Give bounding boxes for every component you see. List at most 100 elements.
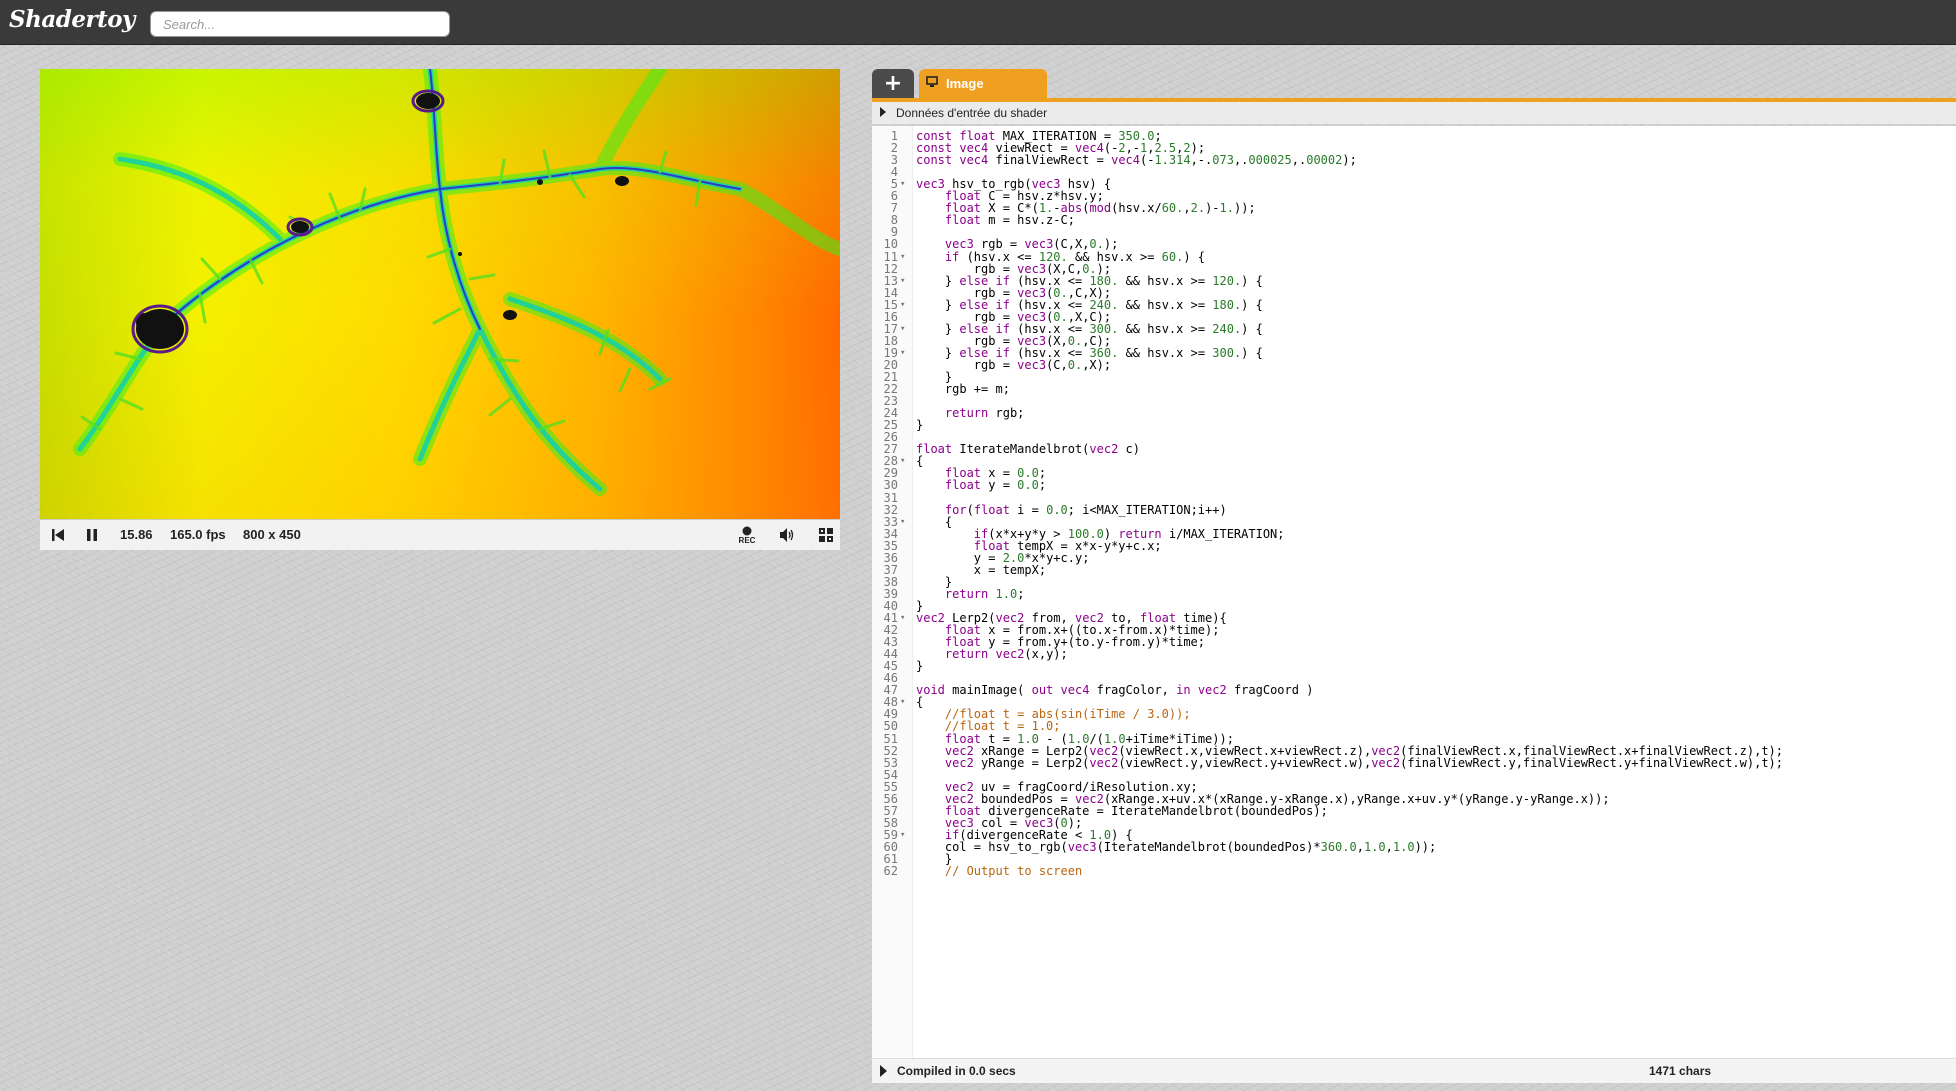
code-text: if (hsv.x <= 120. && hsv.x >= 60.) { (944, 249, 1206, 264)
player-controls: 15.86 165.0 fps 800 x 450 REC (40, 519, 840, 550)
code-text: return vec2(x,y); (944, 647, 1068, 662)
line-number: 50 (883, 719, 898, 734)
line-number: 34 (883, 526, 898, 541)
code-text: rgb = vec3(0.,X,C); (916, 309, 1112, 324)
code-text: vec2 boundedPos = vec2(xRange.x+uv.x*(xR… (944, 791, 1610, 806)
line-number: 37 (883, 562, 898, 577)
line-number: 51 (883, 731, 898, 746)
code-area[interactable]: 1 const float MAX_ITERATION = 350.0; 2 cons… (872, 126, 1956, 1058)
fold-arrow-icon[interactable]: ▾ (900, 455, 905, 467)
line-number: 56 (883, 791, 898, 806)
line-number: 11 (883, 249, 898, 264)
line-number: 55 (883, 779, 898, 794)
shader-inputs-toggle[interactable]: Données d'entrée du shader (872, 102, 1956, 124)
line-number: 16 (883, 309, 898, 324)
record-icon (742, 526, 752, 535)
time-display: 15.86 (120, 527, 153, 542)
rec-label: REC (738, 535, 756, 545)
expand-triangle-icon (880, 107, 886, 117)
code-text: x = tempX; (916, 562, 1047, 577)
tab-image-label: Image (946, 76, 984, 91)
code-text: y = 2.0*x*y+c.y; (916, 550, 1090, 565)
code-text: float tempX = x*x-y*y+c.x; (973, 538, 1162, 553)
code-text: } (916, 659, 924, 674)
fold-arrow-icon[interactable]: ▾ (900, 299, 905, 311)
resolution-display: 800 x 450 (243, 527, 301, 542)
line-number: 54 (883, 767, 898, 782)
code-text: return 1.0; (944, 586, 1025, 601)
code-text: void mainImage( out vec4 fragColor, in v… (916, 683, 1314, 698)
pause-button[interactable] (80, 520, 104, 550)
fold-arrow-icon[interactable]: ▾ (900, 323, 905, 335)
code-text: } else if (hsv.x <= 300. && hsv.x >= 240… (916, 321, 1263, 336)
add-tab-button[interactable]: + (872, 69, 914, 98)
fold-arrow-icon[interactable]: ▾ (900, 516, 905, 528)
line-number: 31 (883, 490, 898, 505)
record-button[interactable]: REC (732, 520, 762, 550)
code-text: vec2 yRange = Lerp2(vec2(viewRect.y,view… (944, 755, 1783, 770)
tab-image[interactable]: Image (919, 69, 1047, 98)
code-editor-panel: + Image Données d'entrée du shader 1 cons… (872, 69, 1956, 1091)
editor-tab-bar: + Image (872, 69, 1956, 102)
line-number: 30 (883, 478, 898, 493)
shader-player: 15.86 165.0 fps 800 x 450 REC (40, 69, 840, 550)
line-number: 33 (883, 514, 898, 529)
code-text: rgb += m; (916, 382, 1010, 397)
line-number: 17 (883, 321, 898, 336)
compile-toggle-icon[interactable] (880, 1065, 887, 1077)
shader-inputs-label: Données d'entrée du shader (896, 106, 1048, 120)
fold-arrow-icon[interactable]: ▾ (900, 347, 905, 359)
line-number: 62 (883, 864, 898, 879)
fullscreen-button[interactable] (814, 520, 838, 550)
code-text: // Output to screen (944, 864, 1083, 879)
char-count: 1471 chars (1649, 1064, 1712, 1078)
fold-arrow-icon[interactable]: ▾ (900, 251, 905, 263)
search-input[interactable] (150, 11, 450, 37)
shader-canvas[interactable] (40, 69, 840, 519)
code-text: vec2 xRange = Lerp2(vec2(viewRect.x,view… (944, 743, 1783, 758)
line-number: 12 (883, 261, 898, 276)
volume-button[interactable] (774, 520, 800, 550)
code-text: col = hsv_to_rgb(vec3(IterateMandelbrot(… (916, 839, 1437, 854)
code-text: } (916, 418, 924, 433)
code-text: return rgb; (944, 406, 1025, 421)
compile-status-text: Compiled in 0.0 secs (897, 1064, 1016, 1078)
code-text: const vec4 finalViewRect = vec4(-1.314,-… (916, 153, 1357, 168)
code-text: float y = 0.0; (944, 478, 1047, 493)
shadertoy-logo[interactable]: Shadertoy (9, 6, 135, 33)
line-number: 53 (883, 755, 898, 770)
code-text: float divergenceRate = IterateMandelbrot… (944, 803, 1328, 818)
code-text: } else if (hsv.x <= 240. && hsv.x >= 180… (916, 297, 1263, 312)
rewind-button[interactable] (46, 520, 70, 550)
line-number: 10 (883, 237, 898, 252)
code-text: } else if (hsv.x <= 180. && hsv.x >= 120… (916, 273, 1263, 288)
mandelbrot-render (73, 69, 840, 496)
line-number: 35 (883, 538, 898, 553)
code-text: if(x*x+y*y > 100.0) return i/MAX_ITERATI… (973, 526, 1285, 541)
code-text: float IterateMandelbrot(vec2 c) (916, 442, 1140, 457)
fps-display: 165.0 fps (170, 527, 226, 542)
line-number: 36 (883, 550, 898, 565)
fold-arrow-icon[interactable]: ▾ (900, 612, 905, 624)
line-number: 32 (883, 502, 898, 517)
compile-status-bar: Compiled in 0.0 secs 1471 chars (872, 1058, 1956, 1083)
rewind-icon (52, 529, 64, 541)
fullscreen-icon (819, 528, 833, 542)
line-number: 52 (883, 743, 898, 758)
line-number: 57 (883, 803, 898, 818)
line-number: 15 (883, 297, 898, 312)
fold-arrow-icon[interactable]: ▾ (900, 178, 905, 190)
pause-icon (87, 529, 97, 541)
line-number: 13 (883, 273, 898, 288)
monitor-icon (926, 76, 938, 91)
fold-arrow-icon[interactable]: ▾ (900, 275, 905, 287)
code-text: rgb = vec3(0.,C,X); (916, 285, 1112, 300)
code-text: { (916, 514, 953, 529)
volume-icon (780, 528, 794, 542)
fold-arrow-icon[interactable]: ▾ (900, 696, 905, 708)
top-bar: Shadertoy (0, 0, 1956, 45)
line-number: 14 (883, 285, 898, 300)
fold-arrow-icon[interactable]: ▾ (900, 829, 905, 841)
code-text: for(float i = 0.0; i<MAX_ITERATION;i++) (944, 502, 1227, 517)
code-text: rgb = vec3(X,C,0.); (916, 261, 1112, 276)
